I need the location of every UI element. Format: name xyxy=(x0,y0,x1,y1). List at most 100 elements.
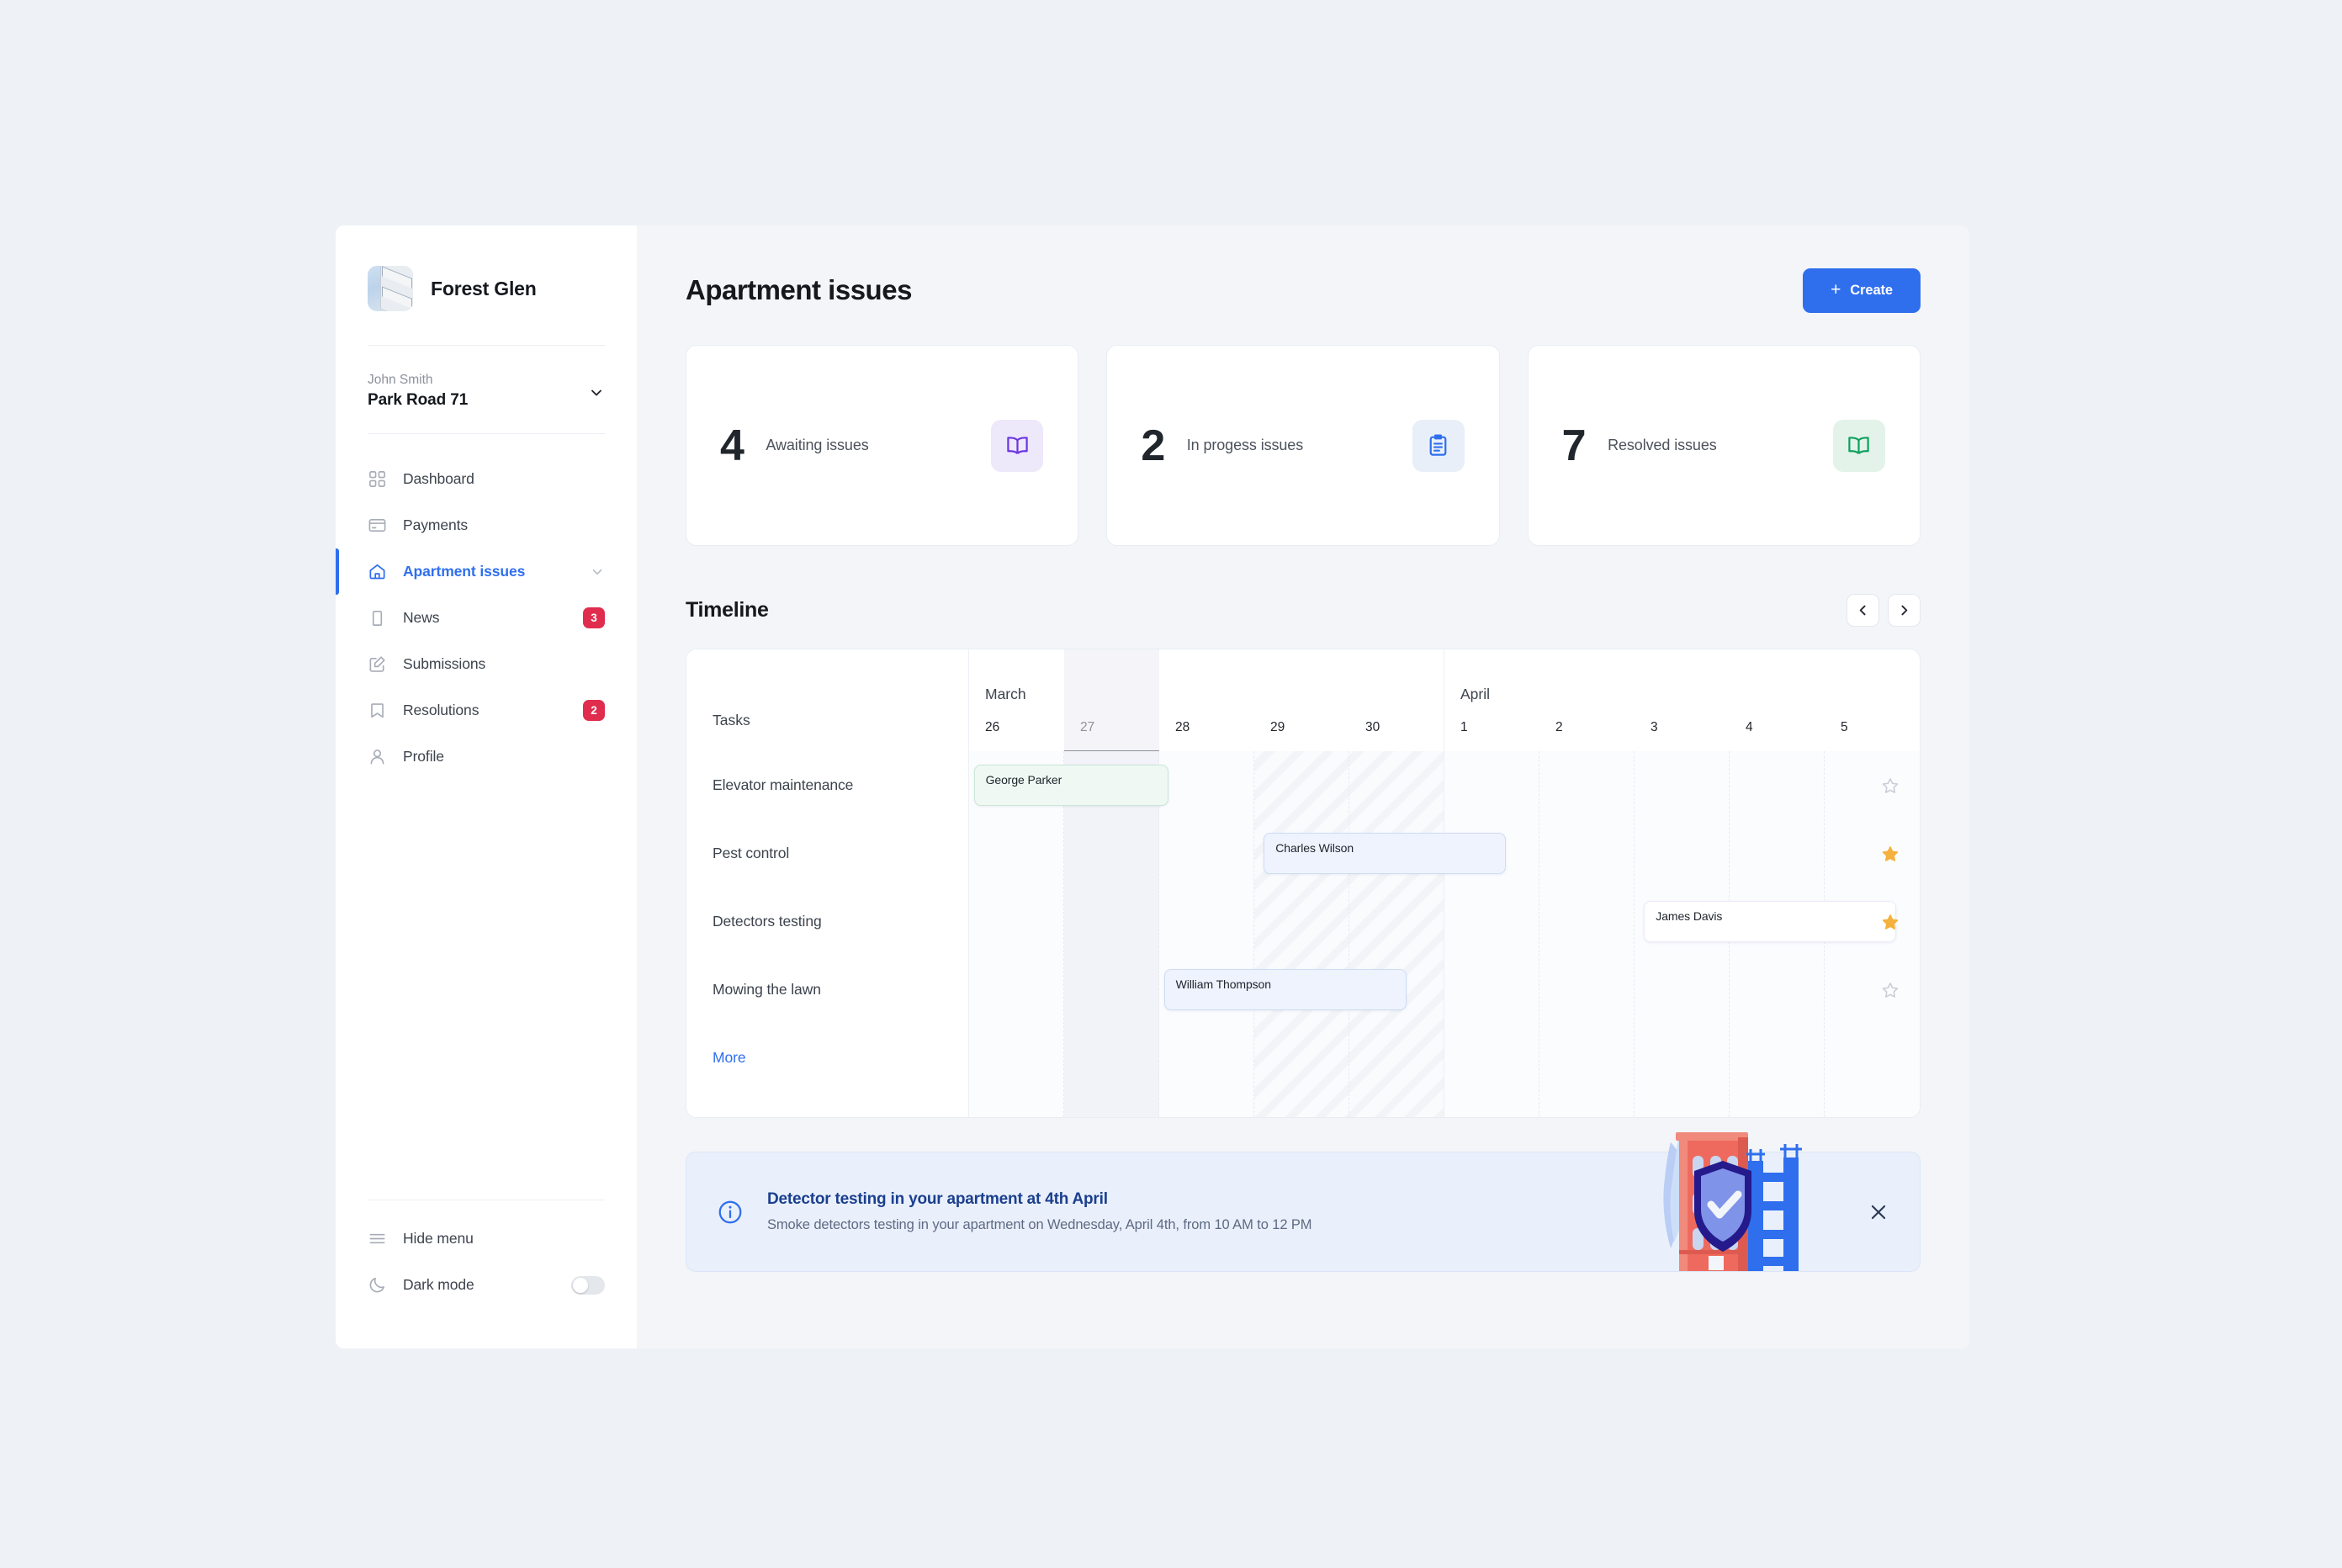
stat-value: 2 xyxy=(1141,421,1165,470)
status-badge: 3 xyxy=(583,607,605,629)
edit-square-icon xyxy=(369,656,385,672)
stat-card-in-progress[interactable]: 2 In progess issues xyxy=(1106,345,1500,546)
dark-mode-row[interactable]: Dark mode xyxy=(336,1262,637,1308)
sidebar-item-label: News xyxy=(403,609,440,627)
account-user-name: John Smith xyxy=(368,373,433,387)
banner-subtitle: Smoke detectors testing in your apartmen… xyxy=(767,1217,1312,1232)
hamburger-icon xyxy=(369,1233,385,1244)
create-button-label: Create xyxy=(1850,282,1893,298)
star-icon-filled[interactable] xyxy=(1881,913,1900,931)
day-cell[interactable]: 29 xyxy=(1254,720,1349,735)
star-icon-filled[interactable] xyxy=(1881,845,1900,863)
banner-text-block: Detector testing in your apartment at 4t… xyxy=(767,1190,1312,1233)
plus-icon: + xyxy=(1831,279,1841,299)
month-label: March xyxy=(985,686,1026,702)
status-badge: 2 xyxy=(583,700,605,722)
stat-value: 7 xyxy=(1561,421,1587,470)
timeline-header: Timeline xyxy=(686,593,1921,627)
day-cell[interactable]: 2 xyxy=(1539,720,1635,735)
table-row[interactable]: Pest control xyxy=(686,819,968,887)
brand-name: Forest Glen xyxy=(431,277,537,299)
chevron-left-icon xyxy=(1859,605,1866,615)
dark-mode-toggle[interactable] xyxy=(571,1275,605,1295)
clipboard-icon xyxy=(372,611,383,627)
table-row[interactable]: Detectors testing xyxy=(686,887,968,956)
chevron-down-icon xyxy=(592,569,602,575)
gantt-bar-assignee: William Thompson xyxy=(1175,977,1271,991)
day-cell[interactable]: 26 xyxy=(969,720,1064,735)
sidebar-item-dashboard[interactable]: Dashboard xyxy=(336,456,637,502)
bookmark-icon xyxy=(371,703,384,718)
timeline-tasks-header: Tasks xyxy=(686,649,968,751)
table-row[interactable]: Mowing the lawn xyxy=(686,956,968,1024)
stat-card-resolved[interactable]: 7 Resolved issues xyxy=(1527,345,1921,546)
gantt-bar-assignee: George Parker xyxy=(985,773,1062,787)
hide-menu-button[interactable]: Hide menu xyxy=(336,1216,637,1262)
stat-value: 4 xyxy=(720,421,744,470)
timeline-next-button[interactable] xyxy=(1888,593,1921,627)
sidebar-nav: Dashboard Payments Apartment issues News… xyxy=(336,456,637,780)
timeline-prev-button[interactable] xyxy=(1847,593,1879,627)
sidebar-item-label: Payments xyxy=(403,516,469,534)
user-icon xyxy=(370,750,384,765)
sidebar-item-news[interactable]: News 3 xyxy=(336,595,637,641)
sidebar-item-apartment-issues[interactable]: Apartment issues xyxy=(336,548,637,596)
star-icon-outline[interactable] xyxy=(1881,776,1900,795)
banner-title: Detector testing in your apartment at 4t… xyxy=(767,1190,1108,1208)
gantt-bar-mowing-the-lawn[interactable]: William Thompson xyxy=(1163,969,1407,1014)
day-cell[interactable]: 4 xyxy=(1730,720,1825,735)
timeline-month-april: April xyxy=(1444,649,1920,751)
gantt-bar-pest-control[interactable]: Charles Wilson xyxy=(1264,833,1507,878)
day-cell[interactable]: 30 xyxy=(1349,720,1444,735)
stat-card-awaiting[interactable]: 4 Awaiting issues xyxy=(686,345,1079,546)
grid-icon xyxy=(369,471,385,488)
account-switcher[interactable]: John Smith Park Road 71 xyxy=(336,346,637,410)
dark-mode-label: Dark mode xyxy=(403,1276,474,1293)
day-cell[interactable]: 1 xyxy=(1444,720,1539,735)
day-cell[interactable]: 5 xyxy=(1825,720,1920,735)
book-icon xyxy=(991,419,1044,472)
stat-label: Awaiting issues xyxy=(766,436,869,453)
sidebar-item-payments[interactable]: Payments xyxy=(336,502,637,548)
stat-label: In progess issues xyxy=(1186,436,1304,453)
task-name: Elevator maintenance xyxy=(713,776,854,793)
sidebar: Forest Glen John Smith Park Road 71 Dash… xyxy=(336,225,637,1348)
sidebar-item-label: Submissions xyxy=(403,655,486,673)
day-cell[interactable]: 28 xyxy=(1159,720,1254,735)
stats-row: 4 Awaiting issues 2 In progess issues 7 … xyxy=(686,345,1921,546)
sidebar-item-label: Profile xyxy=(403,748,444,765)
month-label: April xyxy=(1460,686,1491,702)
gantt-bar-assignee: James Davis xyxy=(1656,909,1723,923)
building-photo-icon xyxy=(368,266,413,311)
page-title: Apartment issues xyxy=(686,274,912,305)
star-icon-outline[interactable] xyxy=(1881,981,1900,999)
sidebar-bottom: Hide menu Dark mode xyxy=(336,1200,637,1348)
banner-close-button[interactable] xyxy=(1863,1197,1894,1227)
timeline-title: Timeline xyxy=(686,597,769,622)
credit-card-icon xyxy=(368,519,386,532)
create-button[interactable]: + Create xyxy=(1803,268,1921,313)
book-icon xyxy=(1832,419,1885,472)
sidebar-item-submissions[interactable]: Submissions xyxy=(336,641,637,687)
gantt-bar-detectors-testing[interactable]: James Davis xyxy=(1644,901,1896,946)
timeline-grid: March April 26 27 28 29 30 1 2 3 4 xyxy=(969,649,1920,1117)
home-icon xyxy=(369,564,385,580)
gantt-bar-assignee: Charles Wilson xyxy=(1275,841,1354,855)
sidebar-item-profile[interactable]: Profile xyxy=(336,734,637,780)
brand-header: Forest Glen xyxy=(336,225,637,311)
more-link[interactable]: More xyxy=(686,1024,968,1092)
sidebar-item-label: Resolutions xyxy=(403,702,480,719)
stat-label: Resolved issues xyxy=(1608,436,1717,453)
hide-menu-label: Hide menu xyxy=(403,1230,474,1247)
main-content: Apartment issues + Create 4 Awaiting iss… xyxy=(637,225,1969,1348)
table-row[interactable]: Elevator maintenance xyxy=(686,751,968,819)
sidebar-item-resolutions[interactable]: Resolutions 2 xyxy=(336,687,637,734)
day-cell[interactable]: 3 xyxy=(1635,720,1730,735)
sidebar-item-label: Dashboard xyxy=(403,470,474,488)
building-shield-illustration-icon xyxy=(1663,1132,1802,1271)
sidebar-item-label: Apartment issues xyxy=(403,563,526,580)
gantt-bar-elevator-maintenance[interactable]: George Parker xyxy=(973,765,1169,810)
timeline-gantt: Tasks Elevator maintenance Pest control … xyxy=(686,649,1921,1118)
page-header: Apartment issues + Create xyxy=(686,266,1921,315)
chevron-down-icon xyxy=(591,389,601,396)
